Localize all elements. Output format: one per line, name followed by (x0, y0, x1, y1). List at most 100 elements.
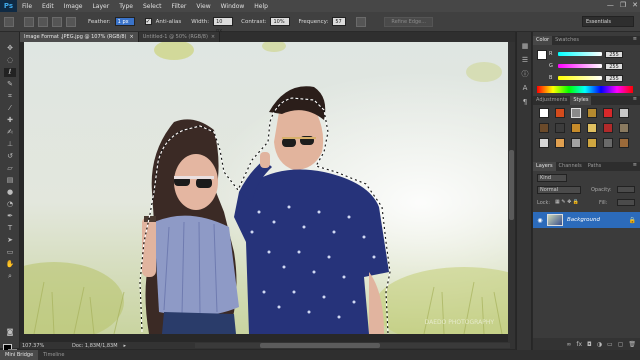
tab-layers[interactable]: Layers (533, 162, 556, 171)
menu-type[interactable]: Type (114, 3, 138, 10)
crop-tool-icon[interactable]: ⌗ (4, 92, 16, 101)
new-selection-icon[interactable] (24, 16, 34, 27)
minimize-icon[interactable]: — (607, 1, 614, 9)
restore-icon[interactable]: ❐ (620, 1, 626, 9)
close-icon[interactable]: ✕ (632, 1, 638, 9)
zoom-level[interactable]: 107.37% (22, 343, 62, 349)
style-swatch[interactable] (603, 123, 613, 133)
tab-mini-bridge[interactable]: Mini Bridge (0, 350, 39, 360)
blue-value[interactable]: 255 (605, 74, 623, 82)
style-swatch[interactable] (587, 123, 597, 133)
new-group-icon[interactable]: ▭ (607, 341, 613, 348)
workspace-select[interactable]: Essentials (582, 16, 634, 27)
tab-image-format[interactable]: Image Format .JPEG.jpg @ 107% (RGB/8) × (20, 32, 139, 42)
close-icon[interactable]: × (130, 34, 134, 40)
menu-layer[interactable]: Layer (87, 3, 114, 10)
tab-swatches[interactable]: Swatches (552, 36, 582, 45)
intersect-selection-icon[interactable] (66, 16, 76, 27)
style-swatch[interactable] (571, 108, 581, 118)
menu-help[interactable]: Help (249, 3, 273, 10)
green-slider[interactable] (558, 64, 602, 68)
menu-edit[interactable]: Edit (37, 3, 59, 10)
eraser-tool-icon[interactable]: ▱ (4, 164, 16, 173)
contrast-input[interactable]: 10% (270, 17, 291, 26)
link-layers-icon[interactable]: ∞ (566, 341, 571, 348)
history-brush-tool-icon[interactable]: ↺ (4, 152, 16, 161)
style-swatch[interactable] (603, 108, 613, 118)
red-slider[interactable] (558, 52, 602, 56)
dodge-tool-icon[interactable]: ◔ (4, 200, 16, 209)
tablet-pressure-icon[interactable] (356, 16, 367, 27)
horizontal-scroll-thumb[interactable] (260, 343, 380, 348)
tab-styles[interactable]: Styles (570, 96, 592, 105)
opacity-input[interactable] (617, 186, 635, 193)
style-swatch[interactable] (619, 108, 629, 118)
magnetic-lasso-tool-icon[interactable] (4, 16, 14, 27)
red-value[interactable]: 255 (605, 50, 623, 58)
blur-tool-icon[interactable]: ● (4, 188, 16, 197)
path-selection-tool-icon[interactable]: ➤ (4, 236, 16, 245)
tab-paths[interactable]: Paths (585, 162, 605, 171)
paragraph-icon[interactable]: ¶ (520, 98, 530, 107)
marquee-tool-icon[interactable]: ◌ (4, 56, 16, 65)
style-swatch[interactable] (603, 138, 613, 148)
clone-stamp-tool-icon[interactable]: ⊥ (4, 140, 16, 149)
info-icon[interactable]: ⓘ (520, 70, 530, 79)
adjustment-layer-icon[interactable]: ◑ (597, 341, 602, 348)
tab-channels[interactable]: Channels (556, 162, 585, 171)
layer-style-icon[interactable]: fx (576, 341, 582, 348)
menu-image[interactable]: Image (59, 3, 88, 10)
menu-select[interactable]: Select (138, 3, 167, 10)
hand-tool-icon[interactable]: ✋ (4, 260, 16, 269)
zoom-tool-icon[interactable]: ⌕ (4, 272, 16, 281)
quick-selection-tool-icon[interactable]: ✎ (4, 80, 16, 89)
layer-kind-filter[interactable]: Kind (537, 174, 567, 182)
style-swatch[interactable] (539, 138, 549, 148)
frequency-input[interactable]: 57 (332, 17, 347, 26)
blue-slider[interactable] (558, 76, 602, 80)
fill-input[interactable] (617, 199, 635, 206)
gradient-tool-icon[interactable]: ▤ (4, 176, 16, 185)
style-swatch[interactable] (539, 123, 549, 133)
type-tool-icon[interactable]: T (4, 224, 16, 233)
blend-mode-select[interactable]: Normal (537, 186, 581, 194)
style-swatch[interactable] (555, 123, 565, 133)
visibility-eye-icon[interactable]: ◉ (533, 217, 547, 224)
panel-menu-icon[interactable]: ≡ (633, 96, 637, 102)
lasso-tool-icon[interactable]: ℓ (4, 68, 16, 77)
style-swatch[interactable] (587, 138, 597, 148)
tab-untitled-1[interactable]: Untitled-1 @ 50% (RGB/8) × (138, 32, 221, 42)
tab-color[interactable]: Color (533, 36, 553, 45)
history-icon[interactable]: ▦ (520, 42, 530, 51)
panel-menu-icon[interactable]: ≡ (633, 36, 637, 42)
anti-alias-checkbox[interactable]: ✓ (144, 18, 152, 25)
menu-file[interactable]: File (17, 3, 37, 10)
layer-row-background[interactable]: ◉ Background 🔒 (533, 212, 640, 228)
vertical-scroll-thumb[interactable] (509, 150, 514, 220)
style-swatch[interactable] (571, 138, 581, 148)
style-swatch[interactable] (587, 108, 597, 118)
width-input[interactable]: 10 px (213, 17, 234, 34)
panel-menu-icon[interactable]: ≡ (633, 162, 637, 168)
color-fg-swatch[interactable] (537, 50, 547, 60)
properties-icon[interactable]: ☰ (520, 56, 530, 65)
feather-input[interactable]: 1 px (114, 17, 135, 26)
add-mask-icon[interactable]: ◘ (587, 341, 592, 348)
eyedropper-tool-icon[interactable]: ⁄ (4, 104, 16, 113)
brush-tool-icon[interactable]: ✍ (4, 128, 16, 137)
subtract-from-selection-icon[interactable] (52, 16, 62, 27)
style-swatch[interactable] (555, 138, 565, 148)
tab-timeline[interactable]: Timeline (38, 350, 69, 360)
delete-layer-icon[interactable]: 🗑 (628, 341, 636, 348)
quick-mask-icon[interactable]: ◙ (4, 328, 16, 337)
tab-adjustments[interactable]: Adjustments (533, 96, 570, 105)
style-swatch[interactable] (571, 123, 581, 133)
color-spectrum[interactable] (537, 86, 633, 93)
character-icon[interactable]: A (520, 84, 530, 93)
close-icon[interactable]: × (211, 34, 215, 40)
menu-view[interactable]: View (191, 3, 215, 10)
pen-tool-icon[interactable]: ✒ (4, 212, 16, 221)
green-value[interactable]: 255 (605, 62, 623, 70)
menu-filter[interactable]: Filter (167, 3, 192, 10)
image-canvas[interactable]: DAEDO PHOTOGRAPHY (24, 42, 508, 334)
